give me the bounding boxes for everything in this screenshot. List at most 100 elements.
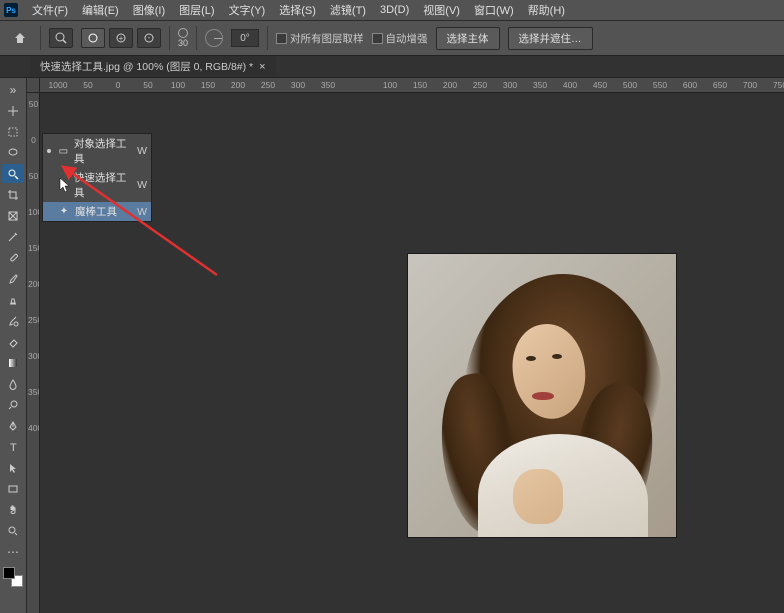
options-bar: + - 30 对所有图层取样 自动增强 选择主体 选择并遮住…	[0, 20, 784, 56]
flyout-object-selection[interactable]: ▭ 对象选择工具 W	[43, 134, 151, 168]
magic-wand-icon: ✦	[57, 205, 71, 219]
tab-close-button[interactable]: ×	[259, 61, 265, 73]
dodge-tool[interactable]	[2, 395, 24, 414]
lasso-tool[interactable]	[2, 143, 24, 162]
zoom-icon	[7, 525, 19, 537]
path-select-tool[interactable]	[2, 458, 24, 477]
quick-select-tool[interactable]	[2, 164, 24, 183]
bandage-icon	[7, 252, 19, 264]
select-and-mask-button[interactable]: 选择并遮住…	[508, 27, 593, 50]
image-content	[513, 469, 563, 524]
menu-edit[interactable]: 编辑(E)	[76, 0, 125, 20]
checkbox-icon	[276, 33, 287, 44]
pen-icon	[7, 420, 19, 432]
brush-add-icon: +	[115, 32, 127, 44]
quick-select-icon	[7, 168, 19, 180]
htick: 300	[291, 80, 305, 90]
sample-all-layers-label: 对所有图层取样	[290, 33, 364, 45]
quick-select-icon	[54, 31, 68, 45]
htick: 500	[623, 80, 637, 90]
auto-enhance-checkbox[interactable]: 自动增强	[372, 31, 428, 46]
move-tool[interactable]	[2, 101, 24, 120]
gradient-tool[interactable]	[2, 353, 24, 372]
menu-layer[interactable]: 图层(L)	[173, 0, 220, 20]
htick: 200	[443, 80, 457, 90]
menu-3d[interactable]: 3D(D)	[374, 2, 415, 18]
vtick: 350	[28, 389, 39, 397]
angle-dial[interactable]	[205, 29, 223, 47]
htick: 550	[653, 80, 667, 90]
htick: 150	[413, 80, 427, 90]
stamp-icon	[7, 294, 19, 306]
pen-tool[interactable]	[2, 416, 24, 435]
current-tool-icon[interactable]	[49, 28, 73, 48]
vtick: 250	[28, 317, 39, 325]
type-tool[interactable]: T	[2, 437, 24, 456]
svg-text:-: -	[148, 33, 151, 42]
brush-circle-icon	[178, 28, 188, 38]
home-button[interactable]	[8, 26, 32, 50]
htick: 400	[563, 80, 577, 90]
new-selection-button[interactable]	[81, 28, 105, 48]
history-brush-tool[interactable]	[2, 311, 24, 330]
htick: 250	[473, 80, 487, 90]
flyout-shortcut: W	[137, 179, 147, 191]
vtick: 200	[28, 281, 39, 289]
tab-title: 快速选择工具.jpg @ 100% (图层 0, RGB/8#) *	[40, 59, 253, 74]
htick: 100	[171, 80, 185, 90]
htick: 700	[743, 80, 757, 90]
vtick: 50	[28, 101, 39, 109]
menu-select[interactable]: 选择(S)	[273, 0, 322, 20]
add-selection-button[interactable]: +	[109, 28, 133, 48]
htick: 150	[201, 80, 215, 90]
canvas-workspace[interactable]: 1000 50 0 50 100 150 200 250 300 350 100…	[27, 78, 784, 613]
color-swatches[interactable]	[3, 567, 23, 587]
checkbox-icon	[372, 33, 383, 44]
menu-view[interactable]: 视图(V)	[417, 0, 466, 20]
menu-filter[interactable]: 滤镜(T)	[324, 0, 372, 20]
crop-icon	[7, 189, 19, 201]
brush-size-picker[interactable]: 30	[178, 28, 188, 48]
sample-all-layers-checkbox[interactable]: 对所有图层取样	[276, 31, 364, 46]
main-area: » T ⋯ 1000 50 0 50	[0, 78, 784, 613]
hand-tool[interactable]	[2, 500, 24, 519]
flyout-label: 快速选择工具	[74, 170, 133, 200]
healing-tool[interactable]	[2, 248, 24, 267]
foreground-swatch	[3, 567, 15, 579]
clone-tool[interactable]	[2, 290, 24, 309]
brush-sub-icon: -	[143, 32, 155, 44]
cursor-icon	[59, 177, 71, 193]
menu-help[interactable]: 帮助(H)	[522, 0, 571, 20]
flyout-magic-wand[interactable]: ✦ 魔棒工具 W	[43, 202, 151, 221]
toolbar-more[interactable]: ⋯	[2, 542, 24, 561]
canvas-image	[407, 253, 677, 538]
zoom-tool[interactable]	[2, 521, 24, 540]
image-content	[552, 354, 562, 359]
subtract-selection-button[interactable]: -	[137, 28, 161, 48]
brush-tool[interactable]	[2, 269, 24, 288]
brush-new-icon	[87, 32, 99, 44]
document-tab[interactable]: 快速选择工具.jpg @ 100% (图层 0, RGB/8#) * ×	[30, 56, 276, 77]
eraser-tool[interactable]	[2, 332, 24, 351]
menu-file[interactable]: 文件(F)	[26, 0, 74, 20]
crop-tool[interactable]	[2, 185, 24, 204]
auto-enhance-label: 自动增强	[386, 33, 428, 45]
menu-window[interactable]: 窗口(W)	[468, 0, 520, 20]
marquee-tool[interactable]	[2, 122, 24, 141]
blur-tool[interactable]	[2, 374, 24, 393]
htick: 650	[713, 80, 727, 90]
eyedropper-icon	[7, 231, 19, 243]
select-subject-button[interactable]: 选择主体	[436, 27, 500, 50]
tool-chevron[interactable]: »	[2, 80, 24, 99]
menu-image[interactable]: 图像(I)	[127, 0, 171, 20]
shape-tool[interactable]	[2, 479, 24, 498]
eraser-icon	[7, 336, 19, 348]
htick: 0	[116, 80, 121, 90]
frame-tool[interactable]	[2, 206, 24, 225]
separator	[169, 26, 170, 50]
menu-type[interactable]: 文字(Y)	[223, 0, 272, 20]
angle-input[interactable]	[231, 29, 259, 47]
vtick: 50	[28, 173, 39, 181]
brush-size-value: 30	[178, 38, 188, 48]
eyedropper-tool[interactable]	[2, 227, 24, 246]
